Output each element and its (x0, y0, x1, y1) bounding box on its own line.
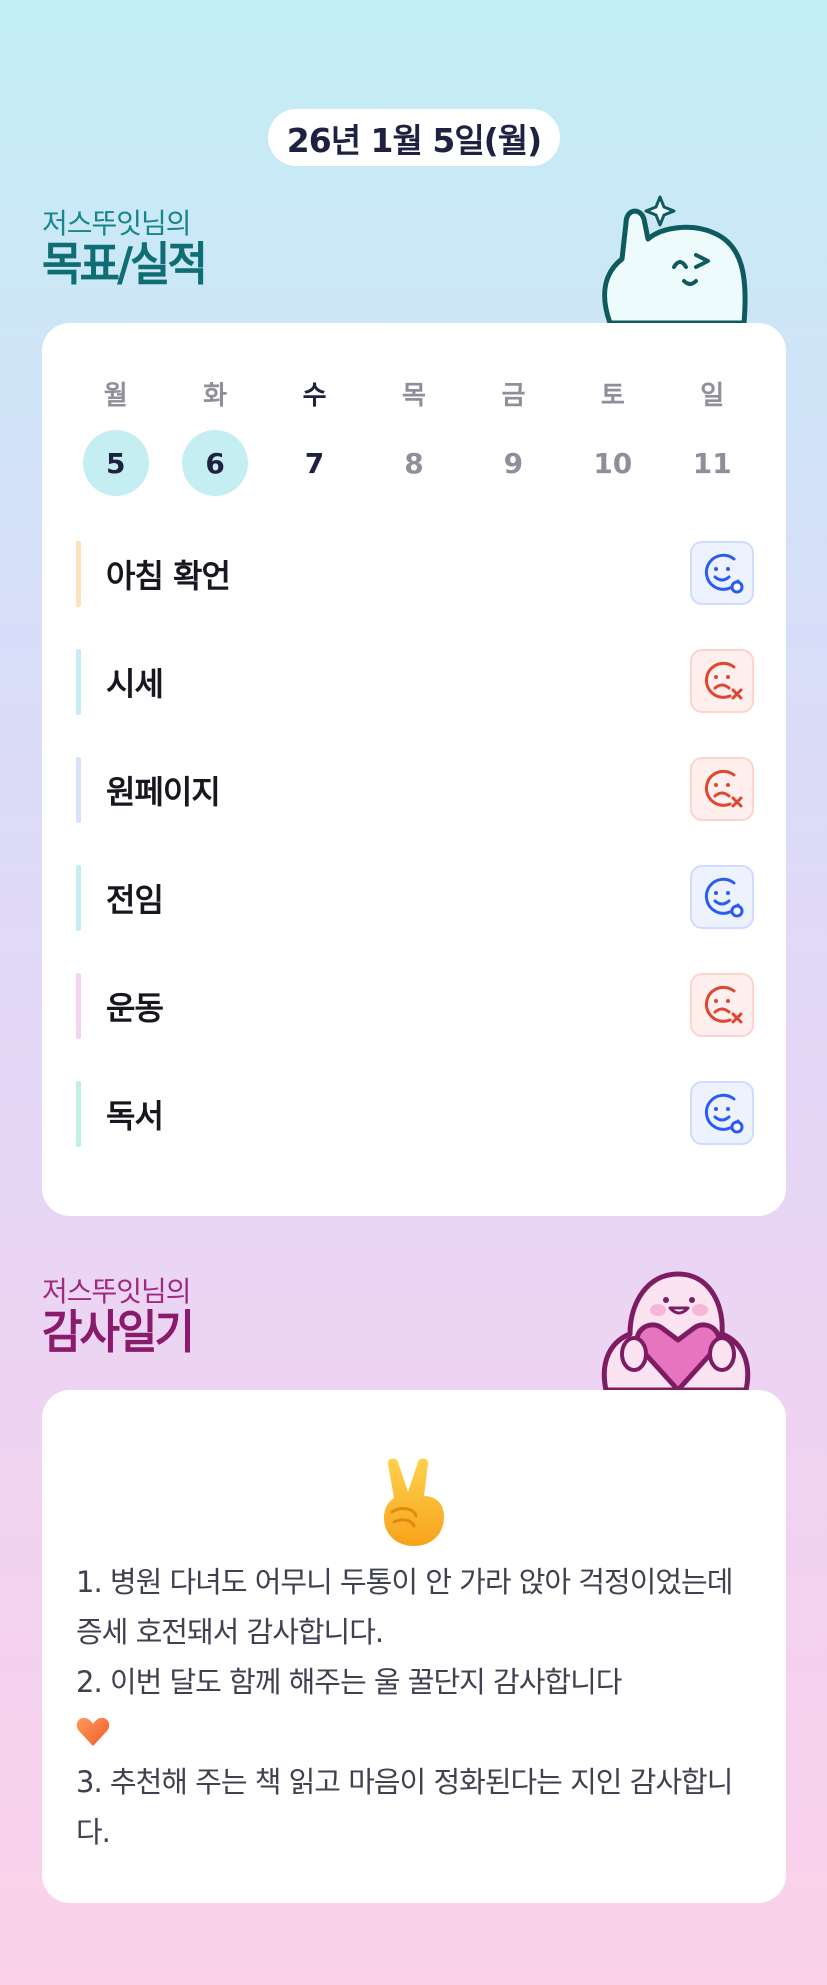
date-cell[interactable]: 5 (66, 430, 165, 496)
date-row: 5 6 7 8 9 10 11 (66, 430, 762, 496)
goal-label: 운동 (106, 989, 164, 1027)
date-cell[interactable]: 11 (663, 430, 762, 496)
thanks-section-header: 저스뚜잇님의 감사일기 (42, 1275, 195, 1360)
thanks-section-subtitle: 저스뚜잇님의 (42, 1275, 192, 1308)
victory-hand-icon (384, 1458, 444, 1546)
goal-color-bar (76, 649, 81, 715)
diary-line: 3. 추천해 주는 책 읽고 마음이 정화된다는 지인 감사합니다. (76, 1765, 733, 1849)
date-cell[interactable]: 8 (364, 430, 463, 496)
sad-x-icon (704, 661, 743, 700)
goal-list: 아침 확언 시세 원페이지 전임 운동 독서 (76, 541, 754, 1189)
date-number: 7 (304, 446, 325, 480)
goal-status-button[interactable] (690, 865, 754, 929)
sad-x-icon (704, 769, 743, 808)
goal-section-title: 목표/실적 (42, 237, 208, 292)
goal-status-button[interactable] (690, 757, 754, 821)
goal-row[interactable]: 독서 (76, 1081, 754, 1147)
goal-status-button[interactable] (690, 649, 754, 713)
date-number: 6 (182, 430, 249, 496)
date-number: 8 (404, 446, 424, 480)
waving-ghost-mascot-icon (602, 195, 748, 325)
weekday-label: 화 (203, 380, 228, 411)
smile-check-icon (704, 553, 744, 594)
goal-label: 독서 (106, 1097, 164, 1135)
goal-row[interactable]: 시세 (76, 649, 754, 715)
weekday-label: 수 (302, 380, 327, 411)
diary-line: 1. 병원 다녀도 어무니 두통이 안 가라 앉아 걱정이었는데 증세 호전돼서… (76, 1565, 733, 1649)
goal-color-bar (76, 1081, 81, 1147)
weekday-label: 일 (700, 380, 725, 411)
goal-row[interactable]: 운동 (76, 973, 754, 1039)
goal-label: 원페이지 (106, 773, 221, 811)
heart-hugging-ghost-mascot-icon (601, 1271, 751, 1392)
diary-line: 2. 이번 달도 함께 해주는 울 꿀단지 감사합니다 (76, 1665, 622, 1699)
smile-check-icon (704, 1093, 744, 1134)
goal-card: 월 화 수 목 금 토 일 5 6 7 8 9 10 11 아침 확언 시세 원… (42, 323, 786, 1216)
date-cell[interactable]: 9 (464, 430, 563, 496)
goal-status-button[interactable] (690, 973, 754, 1037)
gratitude-diary-card: 1. 병원 다녀도 어무니 두통이 안 가라 앉아 걱정이었는데 증세 호전돼서… (42, 1390, 786, 1903)
goal-section-header: 저스뚜잇님의 목표/실적 (42, 207, 208, 292)
goal-color-bar (76, 541, 81, 607)
weekday-label: 토 (600, 380, 625, 411)
goal-status-button[interactable] (690, 541, 754, 605)
goal-label: 전임 (106, 881, 164, 919)
thanks-section-title: 감사일기 (42, 1305, 195, 1360)
date-number: 5 (82, 430, 149, 496)
goal-color-bar (76, 865, 81, 931)
goal-status-button[interactable] (690, 1081, 754, 1145)
weekday-label: 금 (501, 380, 526, 411)
diary-text: 1. 병원 다녀도 어무니 두통이 안 가라 앉아 걱정이었는데 증세 호전돼서… (76, 1557, 746, 1857)
goal-row[interactable]: 전임 (76, 865, 754, 931)
weekday-label: 목 (402, 380, 426, 411)
date-number: 9 (503, 446, 524, 480)
date-number: 10 (593, 446, 633, 480)
date-display[interactable]: 26년 1월 5일(월) (268, 109, 560, 166)
goal-label: 아침 확언 (106, 557, 231, 595)
sad-x-icon (704, 985, 743, 1024)
weekday-header-row: 월 화 수 목 금 토 일 (66, 373, 762, 413)
date-number: 11 (692, 446, 732, 480)
orange-heart-icon (76, 1717, 110, 1746)
heart-line (76, 1707, 746, 1757)
date-cell[interactable]: 10 (563, 430, 662, 496)
date-cell[interactable]: 6 (165, 430, 264, 496)
goal-label: 시세 (106, 665, 164, 703)
weekday-label: 월 (103, 380, 128, 411)
smile-check-icon (704, 877, 744, 918)
goal-row[interactable]: 원페이지 (76, 757, 754, 823)
goal-color-bar (76, 757, 81, 823)
goal-color-bar (76, 973, 81, 1039)
goal-row[interactable]: 아침 확언 (76, 541, 754, 607)
date-cell[interactable]: 7 (265, 430, 364, 496)
goal-section-subtitle: 저스뚜잇님의 (42, 207, 192, 240)
